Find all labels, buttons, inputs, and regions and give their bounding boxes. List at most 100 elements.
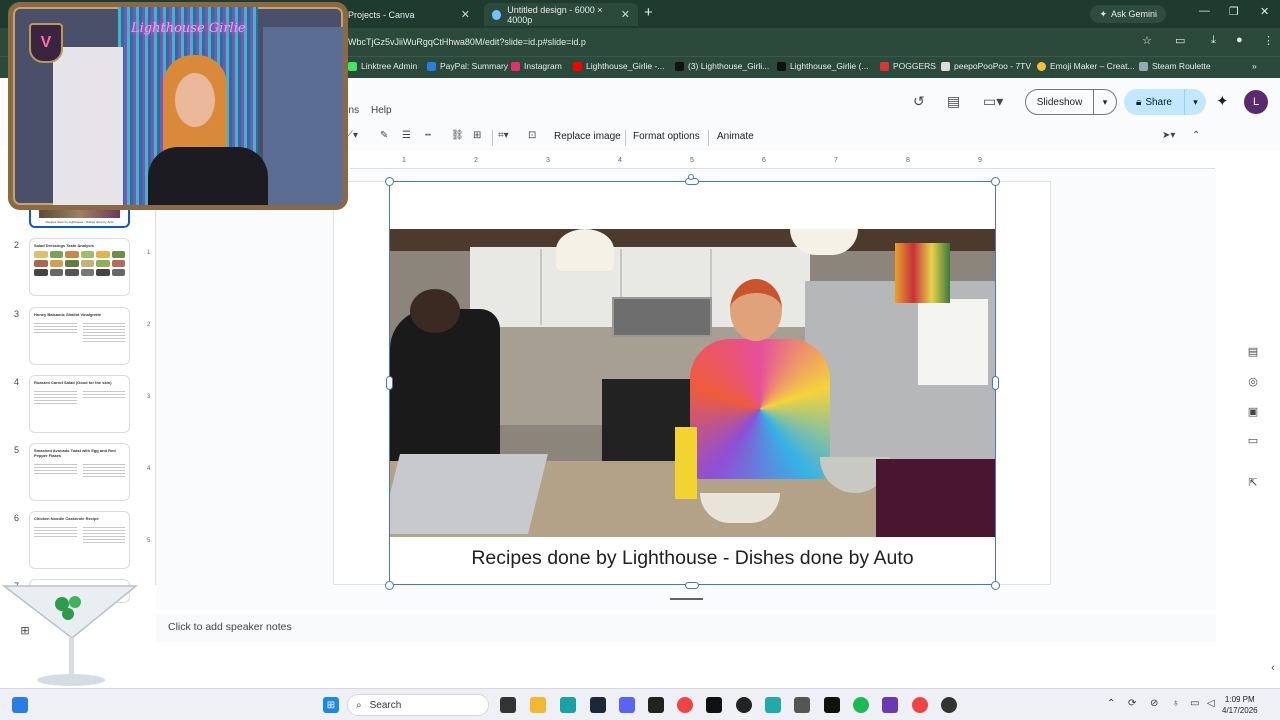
- slide-thumbnail-4[interactable]: Roasted Carrot Salad (Good for the skin): [29, 375, 130, 433]
- bookmark-star-icon[interactable]: ☆: [1142, 34, 1152, 47]
- notes-resize-handle[interactable]: [670, 598, 703, 600]
- toolbar-divider: [492, 130, 493, 146]
- slide-thumbnail-5[interactable]: Smashed Avocado Toast with Egg and Red P…: [29, 443, 130, 501]
- discord-icon[interactable]: [619, 697, 635, 713]
- edge-icon[interactable]: [560, 697, 576, 713]
- widgets-icon[interactable]: [12, 697, 28, 713]
- select-mode-icon[interactable]: ➤▾: [1162, 130, 1175, 141]
- share-dropdown[interactable]: ▾: [1184, 89, 1206, 115]
- reset-image-icon[interactable]: ⊡: [528, 130, 536, 141]
- bookmark-poggers[interactable]: POGGERS: [880, 61, 936, 71]
- ruler-tick: 5: [690, 157, 694, 164]
- bookmark-steam-roulette[interactable]: Steam Roulette: [1139, 61, 1211, 71]
- resize-handle-bottom-right[interactable]: [991, 581, 1000, 590]
- keep-icon[interactable]: ▤: [1244, 345, 1262, 363]
- close-icon[interactable]: ✕: [461, 8, 470, 21]
- tray-app-icon[interactable]: ⟳: [1128, 698, 1136, 709]
- meet-video-icon[interactable]: ▭▾: [983, 93, 1003, 110]
- replace-image-button[interactable]: Replace image: [554, 131, 621, 142]
- slide-thumbnail-6[interactable]: Chicken Noodle Casserole Recipe: [29, 511, 130, 569]
- slideshow-dropdown[interactable]: ▾: [1094, 89, 1117, 115]
- share-button[interactable]: 🔒︎ Share: [1124, 89, 1184, 115]
- windows-start-icon[interactable]: ⊞: [323, 697, 339, 713]
- version-history-icon[interactable]: ↺: [913, 93, 925, 110]
- pen-icon[interactable]: ✎: [380, 130, 388, 141]
- resize-handle-top-right[interactable]: [991, 177, 1000, 186]
- file-explorer-icon[interactable]: [530, 697, 546, 713]
- microphone-icon[interactable]: ♁: [1172, 698, 1180, 709]
- tab-canva-projects[interactable]: Projects - Canva ✕: [340, 3, 478, 26]
- restore-icon[interactable]: ❐: [1229, 5, 1239, 18]
- link-icon[interactable]: ⛓: [451, 130, 464, 141]
- resize-handle-left[interactable]: [386, 376, 393, 390]
- volume-icon[interactable]: ◁: [1207, 698, 1215, 709]
- bookmark-emoji-maker[interactable]: Emoji Maker – Creat...: [1037, 61, 1135, 71]
- chrome-active-icon[interactable]: [912, 697, 928, 713]
- bookmark-7tv[interactable]: peepoPooPoo - 7TV: [941, 61, 1031, 71]
- collapse-toolbar-icon[interactable]: ⌃: [1192, 130, 1200, 141]
- cast-icon[interactable]: ▭: [1175, 34, 1185, 47]
- slide-caption[interactable]: Recipes done by Lighthouse - Dishes done…: [389, 547, 996, 570]
- capcut-icon[interactable]: [824, 697, 840, 713]
- slide-thumbnail-3[interactable]: Honey Balsamic Shallot Vinaigrette: [29, 307, 130, 365]
- resize-handle-right[interactable]: [992, 376, 999, 390]
- resize-handle-top-left[interactable]: [385, 177, 394, 186]
- download-icon[interactable]: ⤓: [1211, 34, 1216, 47]
- add-comment-icon[interactable]: ⊞: [473, 130, 481, 141]
- slide-thumbnail-2[interactable]: Salad Dressings Taste Analysis: [29, 238, 130, 296]
- obs-icon[interactable]: [941, 697, 957, 713]
- format-options-button[interactable]: Format options: [633, 131, 700, 142]
- network-icon[interactable]: ▭: [1190, 698, 1199, 709]
- gemini-sparkle-icon[interactable]: ✦: [1216, 92, 1229, 110]
- profile-icon[interactable]: ●: [1236, 34, 1243, 46]
- minimize-icon[interactable]: —: [1199, 5, 1210, 17]
- bookmark-youtube[interactable]: Lighthouse_Girlie -...: [573, 61, 664, 71]
- bookmark-paypal[interactable]: PayPal: Summary: [427, 61, 508, 71]
- bookmark-x[interactable]: (3) Lighthouse_Girli...: [675, 61, 769, 71]
- app-icon[interactable]: [765, 697, 781, 713]
- epic-games-icon[interactable]: [648, 697, 664, 713]
- task-view-icon[interactable]: [500, 697, 516, 713]
- border-dash-icon[interactable]: ┅: [425, 130, 431, 141]
- taskbar-search[interactable]: ⌕ Search: [347, 694, 489, 716]
- tab-untitled-design[interactable]: Untitled design - 6000 × 4000p ✕: [484, 3, 638, 26]
- calculator-icon[interactable]: [794, 697, 810, 713]
- tray-overflow-icon[interactable]: ⌃: [1107, 698, 1115, 709]
- app-icon[interactable]: [706, 697, 722, 713]
- close-icon[interactable]: ✕: [621, 8, 630, 21]
- add-ons-icon[interactable]: ⇱: [1244, 476, 1262, 494]
- comments-icon[interactable]: ▤: [947, 93, 960, 110]
- lock-icon: 🔒︎: [1135, 96, 1142, 108]
- animate-button[interactable]: Animate: [717, 131, 754, 142]
- contacts-icon[interactable]: ▣: [1244, 405, 1262, 423]
- new-tab-icon[interactable]: +: [644, 4, 653, 21]
- tray-app-icon[interactable]: ⊘: [1150, 698, 1158, 709]
- resize-handle-bottom[interactable]: [685, 582, 699, 589]
- window-close-icon[interactable]: ✕: [1260, 5, 1269, 18]
- bookmark-instagram[interactable]: Instagram: [511, 61, 562, 71]
- chrome-menu-icon[interactable]: ⋮: [1263, 34, 1274, 47]
- chrome-icon[interactable]: [677, 697, 693, 713]
- bookmark-linktree[interactable]: Linktree Admin: [348, 61, 417, 71]
- crop-icon[interactable]: ⌗▾: [498, 130, 509, 141]
- side-panel-collapse-icon[interactable]: ‹: [1264, 662, 1280, 680]
- media-player-icon[interactable]: [736, 697, 752, 713]
- bookmarks-overflow-icon[interactable]: »: [1252, 61, 1257, 71]
- rotate-handle[interactable]: [688, 174, 694, 180]
- slideshow-button[interactable]: Slideshow: [1025, 89, 1094, 115]
- avatar[interactable]: L: [1244, 90, 1268, 114]
- streamer-face: [175, 73, 215, 127]
- resize-handle-bottom-left[interactable]: [385, 581, 394, 590]
- menu-item-help[interactable]: Help: [371, 105, 392, 116]
- app-icon[interactable]: [882, 697, 898, 713]
- tasks-icon[interactable]: ◎: [1244, 375, 1262, 393]
- spotify-icon[interactable]: [853, 697, 869, 713]
- bookmark-tiktok[interactable]: Lighthouse_Girlie (...: [777, 61, 868, 71]
- border-weight-icon[interactable]: ☰: [402, 130, 411, 141]
- url-field[interactable]: WbcTjGz5vJiiWuRgqCtHhwa80M/edit?slide=id…: [340, 32, 1160, 52]
- drive-folder-icon[interactable]: ▭: [1244, 434, 1262, 452]
- speaker-notes[interactable]: Click to add speaker notes: [156, 614, 1216, 642]
- ask-gemini-button[interactable]: ✦ Ask Gemini: [1090, 5, 1166, 23]
- steam-icon[interactable]: [590, 697, 606, 713]
- taskbar-clock[interactable]: 1:09 PM 4/17/2026: [1222, 694, 1258, 716]
